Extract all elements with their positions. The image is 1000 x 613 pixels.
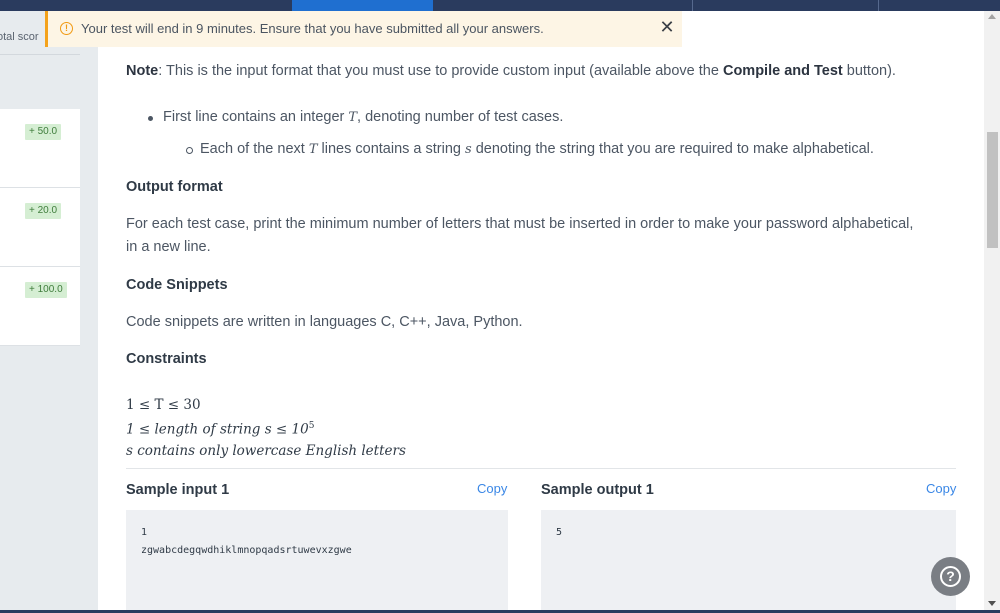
nav-separator xyxy=(878,0,879,11)
nav-separator xyxy=(692,0,693,11)
note-text-end: button). xyxy=(842,63,896,79)
sample-input-line: 1 xyxy=(141,527,148,538)
score-badge: + 100.0 xyxy=(25,282,67,298)
score-badge: + 50.0 xyxy=(25,124,62,140)
section-divider xyxy=(126,468,956,469)
question-card-2[interactable]: + 20.0 xyxy=(0,188,80,267)
sample-output-box: 5 xyxy=(541,510,956,613)
constraints-heading: Constraints xyxy=(126,351,207,367)
questions-sidebar: otal scor + 50.0 + 20.0 + 100.0 xyxy=(0,11,98,613)
math-variable: T xyxy=(348,110,358,125)
note-label: Note xyxy=(126,63,159,79)
bullet-text: lines contains a string xyxy=(317,141,465,157)
vertical-scrollbar[interactable] xyxy=(984,11,1000,613)
input-bullet-2: Each of the next T lines contains a stri… xyxy=(186,141,874,157)
sample-output-title: Sample output 1 xyxy=(541,482,654,498)
active-nav-tab[interactable] xyxy=(292,0,433,11)
note-text: : This is the input format that you must… xyxy=(158,63,723,79)
code-snippets-heading: Code Snippets xyxy=(126,277,228,293)
problem-statement: Note: This is the input format that you … xyxy=(98,47,984,613)
constraint-2-text: 1 ≤ length of string s ≤ 10 xyxy=(126,421,309,438)
sample-input-box: 1 zgwabcdegqwdhiklmnopqadsrtuwevxzgwe xyxy=(126,510,508,613)
help-icon: ? xyxy=(940,566,961,587)
constraint-1: 1 ≤ T ≤ 30 xyxy=(126,397,201,413)
bullet-text: , denoting number of test cases. xyxy=(357,109,564,125)
sample-input-title: Sample input 1 xyxy=(126,482,230,498)
constraint-2-exponent: 5 xyxy=(308,421,315,431)
sample-input-line: zgwabcdegqwdhiklmnopqadsrtuwevxzgwe xyxy=(141,545,352,556)
output-format-text-2: in a new line. xyxy=(126,239,211,255)
math-variable: s xyxy=(465,142,472,157)
code-snippets-text: Code snippets are written in languages C… xyxy=(126,314,523,330)
scroll-down-arrow-icon[interactable] xyxy=(988,601,996,606)
scrollbar-thumb[interactable] xyxy=(987,132,998,248)
output-format-text: For each test case, print the minimum nu… xyxy=(126,216,914,232)
constraint-3: s contains only lowercase English letter… xyxy=(126,441,406,462)
bullet-text: First line contains an integer xyxy=(163,109,349,125)
total-score-label: otal scor xyxy=(0,31,39,43)
bullet-text: Each of the next xyxy=(200,141,309,157)
constraints-block: 1 ≤ T ≤ 30 1 ≤ length of string s ≤ 105 … xyxy=(126,395,406,462)
bullet-text: denoting the string that you are require… xyxy=(471,141,874,157)
question-card-3[interactable]: + 100.0 xyxy=(0,267,80,346)
top-nav-bar xyxy=(0,0,1000,11)
score-badge: + 20.0 xyxy=(25,203,62,219)
constraint-2: 1 ≤ length of string s ≤ 105 xyxy=(126,416,406,441)
copy-output-button[interactable]: Copy xyxy=(926,481,956,496)
compile-test-label: Compile and Test xyxy=(722,63,843,79)
question-card-1[interactable]: + 50.0 xyxy=(0,109,80,188)
help-button[interactable]: ? xyxy=(931,557,970,596)
output-format-heading: Output format xyxy=(126,179,223,195)
warning-circle-icon: ! xyxy=(60,22,73,35)
constraint-3-text: s contains only lowercase English letter… xyxy=(126,442,406,459)
math-variable: T xyxy=(308,142,318,157)
copy-input-button[interactable]: Copy xyxy=(477,481,507,496)
sample-output-line: 5 xyxy=(556,527,563,538)
close-icon[interactable]: ✕ xyxy=(659,18,675,36)
alert-message: Your test will end in 9 minutes. Ensure … xyxy=(81,21,544,36)
input-bullet-1: First line contains an integer T, denoti… xyxy=(147,109,564,125)
scroll-up-arrow-icon[interactable] xyxy=(988,14,996,19)
time-warning-alert: ! Your test will end in 9 minutes. Ensur… xyxy=(45,11,682,47)
input-format-note: Note: This is the input format that you … xyxy=(126,63,896,79)
